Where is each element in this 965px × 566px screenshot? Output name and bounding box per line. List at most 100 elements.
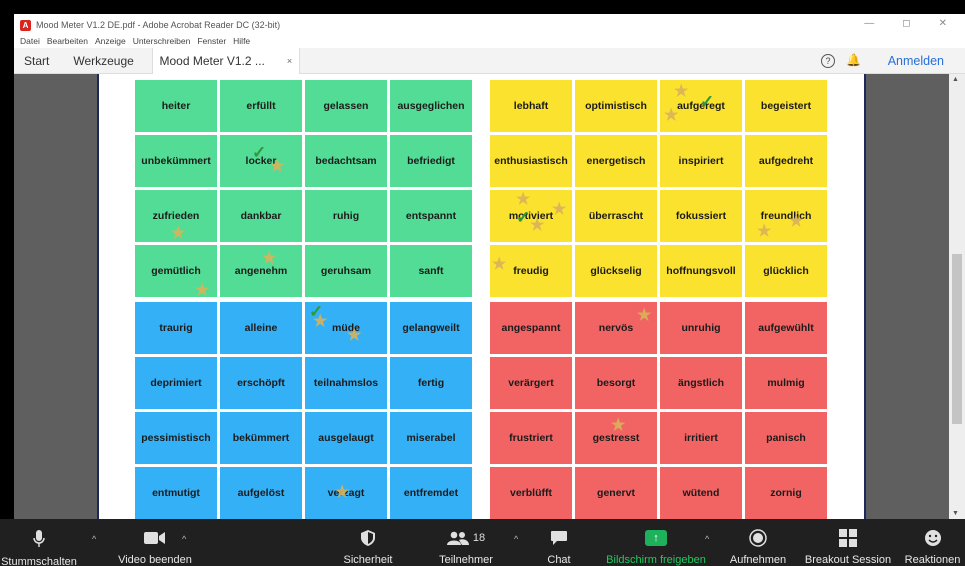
star-stamp-icon: ★ [552,201,567,218]
mood-cell: locker ✓ ★ [220,135,302,187]
mood-cell: entfremdet [390,467,472,519]
mood-cell: fokussiert [660,190,742,242]
chat-label: Chat [547,554,571,566]
menu-item-sign[interactable]: Unterschreiben [133,36,191,48]
tab-tools[interactable]: Werkzeuge [63,54,147,68]
tab-start[interactable]: Start [14,54,63,68]
star-stamp-icon: ★ [313,313,328,330]
mood-cell: alleine [220,302,302,354]
signin-link[interactable]: Anmelden [888,54,944,68]
maximize-icon[interactable]: ◻ [902,18,910,29]
mood-cell: überrascht [575,190,657,242]
mood-cell: verärgert [490,357,572,409]
chevron-up-icon[interactable]: ^ [92,534,96,544]
security-button[interactable]: Sicherheit [333,519,403,566]
mood-cell: energetisch [575,135,657,187]
star-stamp-icon: ★ [757,223,772,240]
star-stamp-icon: ★ [262,250,277,267]
checkmark-stamp-icon: ✓ [516,208,531,227]
mood-cell: gelangweilt [390,302,472,354]
mood-cell: ausgeglichen [390,80,472,132]
mood-cell: aufgelöst [220,467,302,519]
menu-item-window[interactable]: Fenster [197,36,226,48]
breakout-session-label: Breakout Session [804,554,892,566]
star-stamp-icon: ★ [637,307,652,324]
record-button[interactable]: Aufnehmen [722,519,794,566]
menu-item-help[interactable]: Hilfe [233,36,250,48]
mood-cell: aufgeregt ★ ✓ ★ [660,80,742,132]
star-stamp-icon: ★ [347,327,362,344]
tab-document[interactable]: Mood Meter V1.2 ... × [151,47,300,74]
participant-count: 18 [472,532,486,544]
emoji-smiley-icon [924,529,942,547]
chevron-up-icon[interactable]: ^ [182,534,186,544]
chevron-up-icon[interactable]: ^ [705,534,709,544]
mood-cell: unruhig [660,302,742,354]
microphone-icon [33,529,45,549]
menu-bar: Datei Bearbeiten Anzeige Unterschreiben … [14,36,965,48]
document-viewport[interactable]: heiter erfüllt gelassen ausgeglichen unbeküm… [14,74,965,519]
mood-cell: verblüfft [490,467,572,519]
chat-button[interactable]: Chat [534,519,584,566]
chevron-up-icon[interactable]: ^ [514,534,518,544]
mood-cell: mulmig [745,357,827,409]
shield-icon [360,529,376,547]
star-stamp-icon: ★ [270,158,285,175]
stop-video-label: Video beenden [118,554,192,566]
mood-cell: fertig [390,357,472,409]
mood-cell: enthusiastisch [490,135,572,187]
mood-cell: irritiert [660,412,742,464]
mood-cell: zornig [745,467,827,519]
help-icon[interactable]: ? [821,54,835,68]
checkmark-stamp-icon: ✓ [252,143,267,162]
scroll-thumb[interactable] [952,254,962,424]
scroll-up-icon[interactable]: ▲ [952,76,959,83]
quadrant-green: heiter erfüllt gelassen ausgeglichen unbeküm… [135,80,472,299]
mood-cell: geruhsam [305,245,387,297]
mood-cell: glücklich [745,245,827,297]
mood-cell: zufrieden ★ [135,190,217,242]
vertical-scrollbar[interactable]: ▲ ▼ [949,74,965,519]
mood-cell: befriedigt [390,135,472,187]
close-icon[interactable]: ✕ [939,18,947,29]
mood-cell: unbekümmert [135,135,217,187]
mood-cell: glückselig [575,245,657,297]
mood-cell: bedachtsam [305,135,387,187]
participants-icon: 18 [446,529,486,547]
mood-cell: aufgedreht [745,135,827,187]
reactions-button[interactable]: Reaktionen [900,519,965,566]
mood-cell: gemütlich ★ [135,245,217,299]
participants-label: Teilnehmer [439,554,493,566]
video-camera-icon [144,529,166,547]
mood-cell: begeistert [745,80,827,132]
stop-video-button[interactable]: Video beenden [105,519,205,566]
mood-cell: bekümmert [220,412,302,464]
mood-cell: lebhaft [490,80,572,132]
star-stamp-icon: ★ [171,225,186,242]
acrobat-pdf-icon: A [20,19,31,31]
minimize-icon[interactable]: — [864,18,874,29]
star-stamp-icon: ★ [195,282,210,299]
menu-item-view[interactable]: Anzeige [95,36,126,48]
scroll-down-icon[interactable]: ▼ [952,510,959,517]
mood-cell: ausgelaugt [305,412,387,464]
breakout-session-button[interactable]: Breakout Session [800,519,896,566]
mood-cell: ruhig [305,190,387,242]
mood-cell: panisch [745,412,827,464]
menu-item-edit[interactable]: Bearbeiten [47,36,88,48]
menu-item-file[interactable]: Datei [20,36,40,48]
star-stamp-icon: ★ [664,107,679,124]
quadrant-blue: traurig alleine müde ✓ ★ ★ gelangweilt deprimie… [135,302,472,519]
tab-close-icon[interactable]: × [287,56,292,66]
mood-cell: müde ✓ ★ ★ [305,302,387,354]
participants-button[interactable]: 18 Teilnehmer [426,519,506,566]
mood-cell: entmutigt [135,467,217,519]
mood-cell: wütend [660,467,742,519]
pdf-page: heiter erfüllt gelassen ausgeglichen unbeküm… [97,74,866,519]
mood-cell: freundlich ★ ★ [745,190,827,242]
bell-icon[interactable]: 🔔 [846,53,861,67]
star-stamp-icon: ★ [530,217,545,234]
share-screen-button[interactable]: ↑ Bildschirm freigeben [600,519,712,566]
title-bar: A Mood Meter V1.2 DE.pdf - Adobe Acrobat… [14,14,965,36]
mute-button[interactable]: Stummschalten [1,519,77,566]
